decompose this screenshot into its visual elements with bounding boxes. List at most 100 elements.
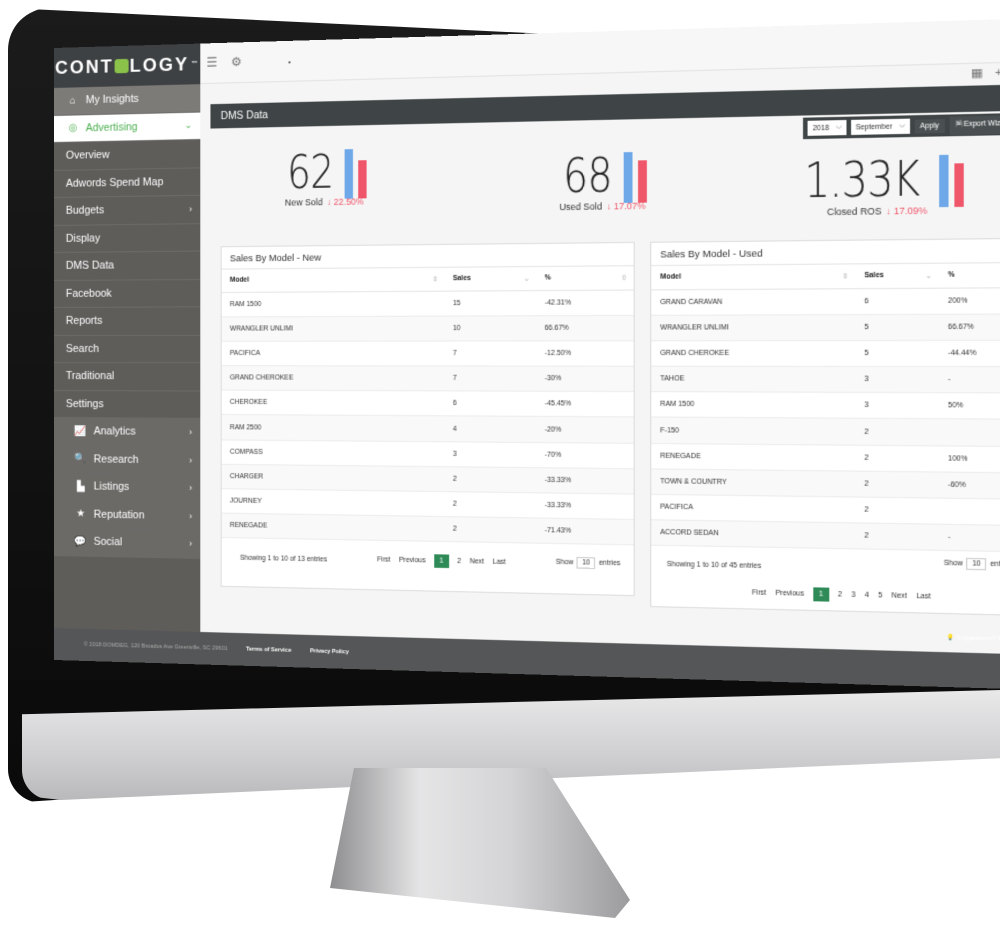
column-header-percent[interactable]: %⇳ [535,266,634,291]
sales-cell: 2 [854,523,939,551]
pager-page-1[interactable]: 1 [813,587,829,603]
gear-icon[interactable]: ⚙ [231,55,242,70]
copyright: © 2018 DOMDEG, 120 Broadus Ave Greenvill… [83,641,228,653]
pager-page-4[interactable]: 4 [865,592,869,600]
pager-page-2[interactable]: 2 [838,591,842,599]
page-size-select[interactable]: 10 [576,557,596,570]
percent-cell: - [938,524,1000,553]
table-row: RAM 1500 3 50% [651,391,1000,420]
pager-next-button[interactable]: Next [470,558,484,566]
pager-previous-button[interactable]: Previous [775,590,804,598]
kpi-mini-chart [344,149,367,199]
user-dropdown-dot[interactable] [288,61,291,64]
page-size-select[interactable]: 10 [966,558,987,571]
column-label: Sales [864,272,884,280]
sales-cell: 2 [444,491,536,519]
sales-cell: 15 [444,290,536,316]
sidebar-item-analytics[interactable]: 📈 Analytics › [54,418,201,447]
pager-previous-button[interactable]: Previous [399,557,426,565]
pager-page-2[interactable]: 2 [457,558,461,565]
sidebar-item-label: Reputation [93,508,145,522]
sidebar-item-dms-data[interactable]: DMS Data [54,251,201,281]
pager-page-5[interactable]: 5 [878,592,882,600]
chevron-right-icon: › [189,204,193,215]
sales-cell: 2 [444,516,536,544]
pager-first-button[interactable]: First [377,557,390,564]
grid-icon[interactable]: ▦ [971,66,983,80]
percent-cell: -60% [938,471,1000,500]
sales-cell: 5 [854,340,939,367]
logo[interactable]: CONT LOGY ™ [54,43,201,88]
pager-last-button[interactable]: Last [916,593,930,601]
month-select[interactable]: September ⌵ [850,118,910,135]
sidebar-item-facebook[interactable]: Facebook [54,279,201,308]
apply-button[interactable]: Apply [914,118,945,134]
sidebar-item-reports[interactable]: Reports [54,307,201,336]
model-cell: RENEGADE [651,443,855,471]
sidebar-item-research[interactable]: 🔍 Research › [54,445,201,475]
percent-cell: -42.31% [535,289,634,316]
column-header-sales[interactable]: Sales ⌄ [444,267,536,291]
percent-cell: 66.67% [938,313,1000,341]
pager-next-button[interactable]: Next [892,593,908,601]
entries-label: entries [598,559,621,568]
kpi-bar-previous [938,154,949,208]
sidebar-item-advertising[interactable]: ◎ Advertising ⌄ [54,112,201,143]
kpi-change: ↓ 17.07% [606,200,646,212]
model-cell: PACIFICA [221,340,445,367]
sidebar-item-settings[interactable]: Settings [54,390,201,419]
showing-text: Showing 1 to 10 of 45 entries [666,561,762,571]
my insights-icon: ⌂ [69,95,76,107]
sort-icon: ⇳ [620,275,627,283]
logo-tm: ™ [191,60,200,68]
sidebar-item-overview[interactable]: Overview [54,139,201,171]
model-cell: WRANGLER UNLIMI [651,314,855,341]
column-header-model[interactable]: Model ⇳ [221,267,445,292]
column-label: % [947,271,955,280]
column-header-model[interactable]: Model ⇳ [651,264,855,290]
suggestions-link[interactable]: 💡 Suggestions? Problems? [947,635,1000,644]
sidebar-item-social[interactable]: 💬 Social › [54,528,201,559]
sales-cell: 2 [854,497,939,525]
pager-last-button[interactable]: Last [493,559,506,567]
sidebar-item-traditional[interactable]: Traditional [54,363,201,392]
plus-icon[interactable]: + [995,66,1000,79]
year-select[interactable]: 2018 ⌵ [808,119,847,136]
chevron-down-icon: ⌄ [184,120,193,131]
kpi-value: 68 [563,149,612,204]
terms-link[interactable]: Terms of Service [246,646,291,653]
toolbar-right: ▦ + ⚠30 [971,64,1000,80]
pagination: First Previous 1 2 3 4 5 Next Last [752,586,931,604]
sidebar-item-reputation[interactable]: ★ Reputation › [54,500,201,531]
sidebar-nav: ⌂ My Insights ◎ Advertising ⌄ Overview Adwords… [54,84,201,559]
kpi-bar-previous [344,149,353,199]
model-cell: JOURNEY [221,488,445,517]
show-label: Show [555,559,574,567]
privacy-link[interactable]: Privacy Policy [310,648,349,655]
pager-page-3[interactable]: 3 [851,592,855,600]
percent-cell: 100% [938,445,1000,473]
menu-icon[interactable]: ☰ [206,55,217,70]
sidebar-item-label: Adwords Spend Map [65,175,164,190]
sidebar-item-my-insights[interactable]: ⌂ My Insights [54,84,201,116]
pager-page-1[interactable]: 1 [434,554,449,569]
month-value: September [855,122,893,132]
sidebar-item-adwords-spend-map[interactable]: Adwords Spend Map [54,167,201,198]
sidebar-item-search[interactable]: Search [54,335,201,364]
sidebar-item-listings[interactable]: ▙ Listings › [54,473,201,503]
column-header-percent[interactable]: %⇳ [938,263,1000,288]
sales-cell: 2 [854,470,939,499]
sidebar-item-display[interactable]: Display [54,223,201,253]
sidebar-item-budgets[interactable]: Budgets › [54,195,201,226]
percent-cell: -45.45% [535,391,634,418]
chevron-right-icon: › [189,482,193,494]
model-cell: RAM 1500 [221,290,445,317]
export-wizard-button[interactable]: 🗎 Export Wizzard [949,114,1000,135]
pager-first-button[interactable]: First [752,590,766,598]
showing-text: Showing 1 to 10 of 13 entries [240,555,328,564]
logo-hex-icon [114,58,129,74]
column-header-sales[interactable]: Sales ⌄ [854,263,939,289]
sales-cell: 5 [854,313,939,341]
reputation-icon: ★ [76,508,86,520]
model-cell: TAHOE [651,366,855,393]
